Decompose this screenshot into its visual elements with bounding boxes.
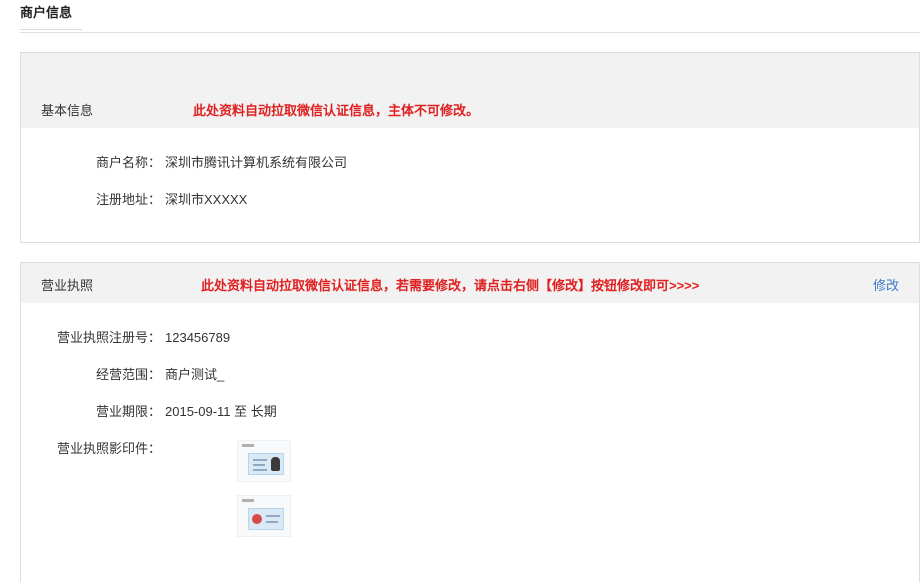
- text-line-icon: [266, 521, 278, 523]
- edit-button[interactable]: 修改: [873, 275, 899, 294]
- register-address-label: 注册地址：: [95, 192, 161, 207]
- business-scope-label: 经营范围：: [95, 367, 161, 382]
- merchant-name-label: 商户名称：: [95, 155, 161, 170]
- business-scope-row: 经营范围： 商户测试_: [0, 364, 224, 383]
- license-header: 营业执照 此处资料自动拉取微信认证信息，若需要修改，请点击右侧【修改】按钮修改即…: [21, 263, 919, 303]
- register-address-value: 深圳市XXXXX: [165, 192, 248, 207]
- license-notice: 此处资料自动拉取微信认证信息，若需要修改，请点击右侧【修改】按钮修改即可>>>>: [201, 278, 700, 293]
- id-card-back-icon: [248, 508, 284, 530]
- basic-info-title: 基本信息: [41, 103, 94, 118]
- seal-icon: [252, 514, 262, 524]
- business-term-row: 营业期限： 2015-09-11 至 长期: [0, 401, 277, 420]
- text-line-icon: [253, 464, 265, 466]
- license-image-back[interactable]: [237, 495, 291, 537]
- license-number-label: 营业执照注册号：: [56, 330, 161, 345]
- image-tag-icon: [242, 444, 254, 447]
- business-term-label: 营业期限：: [95, 404, 161, 419]
- merchant-name-row: 商户名称： 深圳市腾讯计算机系统有限公司: [0, 152, 347, 171]
- merchant-name-value: 深圳市腾讯计算机系统有限公司: [165, 155, 348, 170]
- basic-info-notice: 此处资料自动拉取微信认证信息，主体不可修改。: [193, 103, 480, 118]
- tab-merchant-info[interactable]: 商户信息: [20, 0, 83, 30]
- license-panel: 营业执照 此处资料自动拉取微信认证信息，若需要修改，请点击右侧【修改】按钮修改即…: [20, 262, 920, 582]
- business-term-value: 2015-09-11 至 长期: [165, 404, 277, 419]
- id-card-icon: [248, 453, 284, 475]
- register-address-row: 注册地址： 深圳市XXXXX: [0, 189, 247, 208]
- license-number-value: 123456789: [165, 330, 231, 345]
- license-photo-label: 营业执照影印件：: [56, 441, 161, 456]
- page-tabs: 商户信息: [20, 0, 920, 33]
- image-tag-icon: [242, 499, 254, 502]
- text-line-icon: [266, 515, 280, 517]
- business-scope-value: 商户测试_: [165, 367, 225, 382]
- basic-info-panel: 基本信息 此处资料自动拉取微信认证信息，主体不可修改。 商户名称： 深圳市腾讯计算…: [20, 52, 920, 243]
- license-image-front[interactable]: [237, 440, 291, 482]
- text-line-icon: [253, 459, 267, 461]
- text-line-icon: [253, 469, 267, 471]
- license-number-row: 营业执照注册号： 123456789: [0, 327, 230, 346]
- license-title: 营业执照: [41, 278, 94, 293]
- portrait-icon: [271, 457, 280, 471]
- basic-info-header: 基本信息 此处资料自动拉取微信认证信息，主体不可修改。: [21, 53, 919, 128]
- license-photo-row: 营业执照影印件：: [0, 438, 161, 457]
